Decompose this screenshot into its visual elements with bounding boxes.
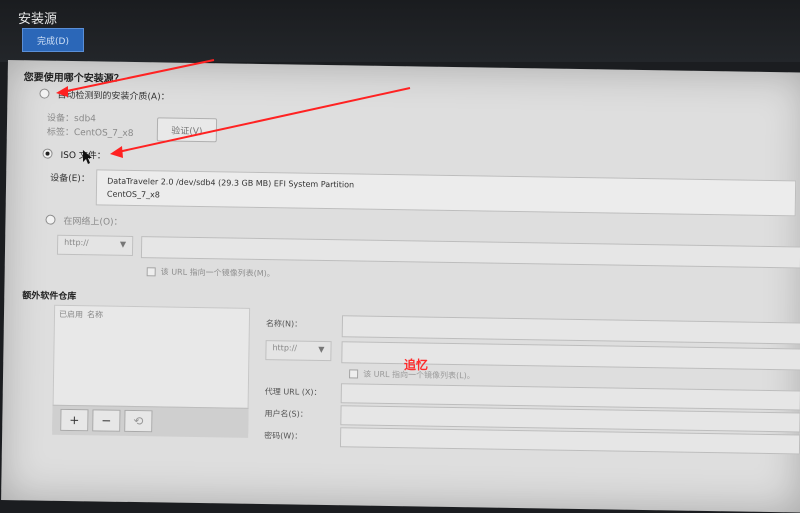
repo-mirror-checkbox[interactable] [349,369,359,379]
proxy-url-label: 代理 URL (X)： [264,387,322,397]
extra-repos-toolbar: + − ⟲ [52,404,249,438]
network-mirror-label: 该 URL 指向一个镜像列表(M)。 [160,267,275,279]
chevron-down-icon: ▼ [318,344,325,355]
auto-label-text: 标签：CentOS_7_x8 [46,127,134,139]
radio-auto-detected[interactable] [39,88,50,99]
auto-device-text: 设备：sdb4 [47,113,97,125]
remove-repo-button[interactable]: − [92,409,121,432]
radio-network[interactable] [45,214,56,225]
network-protocol-value: http:// [64,237,89,248]
network-url-input[interactable] [140,236,800,269]
done-button[interactable]: 完成(D) [22,28,84,52]
installation-source-panel: 您要使用哪个安装源？ 自动检测到的安装介质(A)： 设备：sdb4 标签：Cen… [1,60,800,513]
column-name: 名称 [86,310,104,320]
iso-device-value-line2: CentOS_7_x8 [106,189,160,200]
password-label: 密码(W)： [264,431,303,441]
radio-iso-file[interactable] [42,148,53,159]
repo-name-input[interactable] [341,315,800,345]
network-protocol-combo[interactable]: http:// ▼ [56,234,134,256]
repo-protocol-combo[interactable]: http:// ▼ [265,340,332,362]
add-repo-button[interactable]: + [60,408,89,432]
iso-file-label: ISO 文件： [60,150,106,162]
column-enabled: 已启用 [58,309,84,320]
iso-device-value-line1: DataTraveler 2.0 /dev/sdb4 (29.3 GB MB) … [107,176,355,190]
repo-name-label: 名称(N)： [265,319,303,329]
extra-repos-heading: 额外软件仓库 [22,291,77,303]
source-question: 您要使用哪个安装源？ [23,72,124,85]
network-mirror-checkbox[interactable] [146,267,156,277]
auto-detected-label: 自动检测到的安装介质(A)： [57,90,170,103]
repo-protocol-value: http:// [272,343,298,353]
iso-device-label: 设备(E)： [50,173,90,185]
iso-device-select[interactable]: DataTraveler 2.0 /dev/sdb4 (29.3 GB MB) … [95,169,797,217]
header-bar: 安装源 完成(D) [0,0,800,62]
annotation-text: 追忆 [404,358,429,372]
verify-button[interactable]: 验证(V) [156,117,218,143]
username-label: 用户名(S)： [264,409,308,419]
page-title: 安装源 [18,12,58,27]
reset-repo-button[interactable]: ⟲ [124,409,153,433]
chevron-down-icon: ▼ [119,239,127,249]
network-label: 在网络上(O)： [63,216,123,228]
